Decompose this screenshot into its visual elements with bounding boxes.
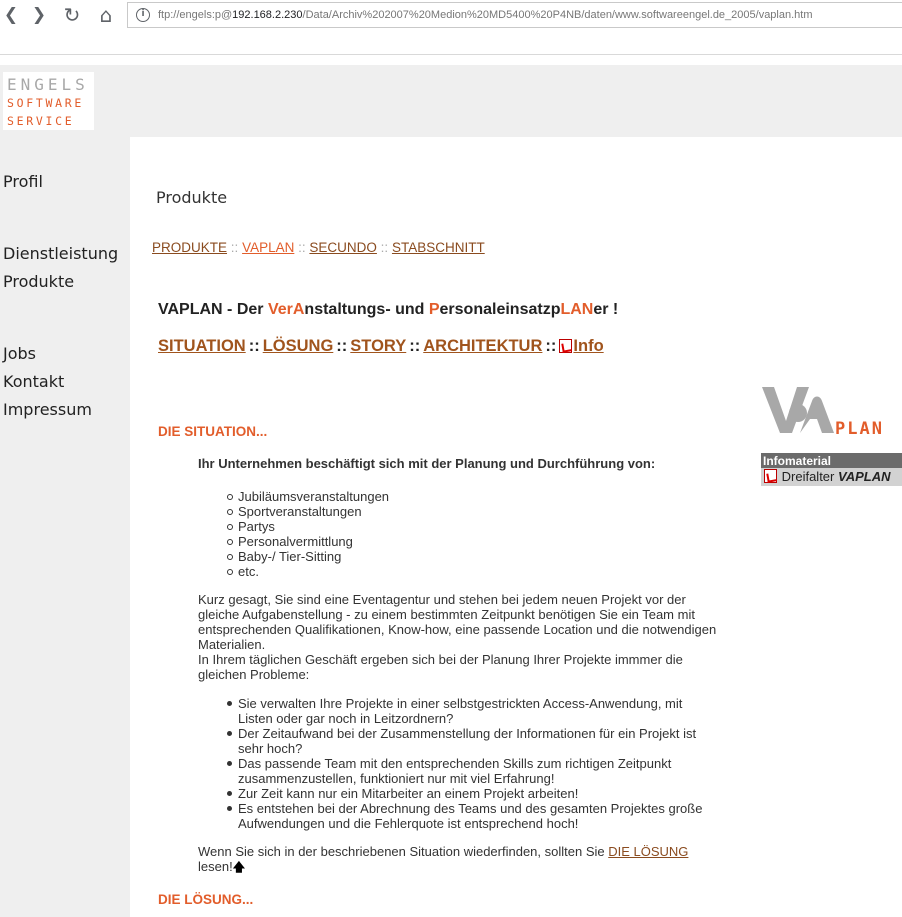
nav-story[interactable]: STORY [350, 337, 406, 355]
list-item: etc. [226, 564, 389, 579]
event-list: Jubiläumsveranstaltungen Sportveranstalt… [226, 489, 390, 579]
section-nav: SITUATION:: LÖSUNG:: STORY:: ARCHITEKTUR:: I… [158, 337, 604, 355]
product-headline: VAPLAN - Der VerAnstaltungs- und Persona… [158, 301, 619, 318]
breadcrumb-produkte[interactable]: PRODUKTE [152, 240, 227, 255]
infomaterial-box: Infomaterial Dreifalter VAPLAN [761, 453, 902, 486]
infomaterial-link[interactable]: Dreifalter VAPLAN [761, 468, 902, 486]
page-title: Produkte [156, 188, 228, 207]
nav-architektur[interactable]: ARCHITEKTUR [423, 337, 542, 355]
pdf-icon[interactable] [559, 339, 573, 353]
address-bar[interactable]: i ftp://engels:p@192.168.2.230/Data/Arch… [127, 2, 902, 28]
nav-info[interactable]: Info [573, 337, 603, 355]
loesung-heading: DIE LÖSUNG... [158, 892, 254, 907]
reload-icon[interactable]: ↻ [61, 4, 83, 26]
company-logo[interactable]: ENGELS SOFTWARE SERVICE [3, 72, 94, 130]
situation-heading: DIE SITUATION... [158, 424, 268, 439]
pdf-icon[interactable] [764, 469, 777, 483]
url-text[interactable]: ftp://engels:p@192.168.2.230/Data/Archiv… [158, 9, 813, 21]
link-die-loesung[interactable]: DIE LÖSUNG [608, 844, 688, 859]
list-item: Es entstehen bei der Abrechnung des Team… [227, 801, 718, 831]
sidebar-item-dienstleistung[interactable]: Dienstleistung [3, 244, 118, 263]
list-item: Baby-/ Tier-Sitting [226, 549, 389, 564]
list-item: Das passende Team mit den entsprechenden… [227, 756, 718, 786]
list-item: Sportveranstaltungen [226, 504, 389, 519]
breadcrumb-secundo[interactable]: SECUNDO [309, 240, 377, 255]
up-arrow-icon[interactable]: 🡅 [233, 860, 245, 874]
situation-intro: Ihr Unternehmen beschäftigt sich mit der… [198, 456, 656, 471]
sidebar-item-jobs[interactable]: Jobs [3, 344, 36, 363]
vaplan-logo: PLAN [760, 383, 890, 443]
sidebar-item-profil[interactable]: Profil [3, 172, 43, 191]
sidebar-item-produkte[interactable]: Produkte [3, 272, 74, 291]
sidebar-item-impressum[interactable]: Impressum [3, 400, 92, 419]
list-item: Personalvermittlung [226, 534, 389, 549]
back-icon[interactable]: ❮ [0, 4, 22, 26]
home-icon[interactable]: ⌂ [95, 4, 117, 26]
situation-paragraph: Kurz gesagt, Sie sind eine Eventagentur … [198, 592, 717, 682]
breadcrumb-vaplan[interactable]: VAPLAN [242, 240, 294, 255]
info-icon[interactable]: i [136, 8, 150, 22]
list-item: Jubiläumsveranstaltungen [226, 489, 390, 504]
situation-closing: Wenn Sie sich in der beschriebenen Situa… [198, 844, 689, 874]
breadcrumb: PRODUKTE :: VAPLAN :: SECUNDO :: STABSCH… [152, 240, 485, 255]
problem-list: Sie verwalten Ihre Projekte in einer sel… [227, 696, 718, 831]
breadcrumb-stabschnitt[interactable]: STABSCHNITT [392, 240, 485, 255]
page-body: ENGELS SOFTWARE SERVICE Profil Dienstlei… [0, 65, 902, 917]
browser-toolbar: ❮ ❯ ↻ ⌂ i ftp://engels:p@192.168.2.230/D… [0, 0, 902, 55]
va-mark-icon [762, 387, 834, 433]
list-item: Partys [226, 519, 389, 534]
list-item: Sie verwalten Ihre Projekte in einer sel… [227, 696, 718, 726]
list-item: Zur Zeit kann nur ein Mitarbeiter an ein… [227, 786, 718, 801]
nav-loesung[interactable]: LÖSUNG [263, 337, 334, 355]
sidebar-item-kontakt[interactable]: Kontakt [3, 372, 64, 391]
infomaterial-heading: Infomaterial [761, 453, 902, 468]
list-item: Der Zeitaufwand bei der Zusammenstellung… [227, 726, 718, 756]
forward-icon[interactable]: ❯ [28, 4, 50, 26]
nav-situation[interactable]: SITUATION [158, 337, 246, 355]
